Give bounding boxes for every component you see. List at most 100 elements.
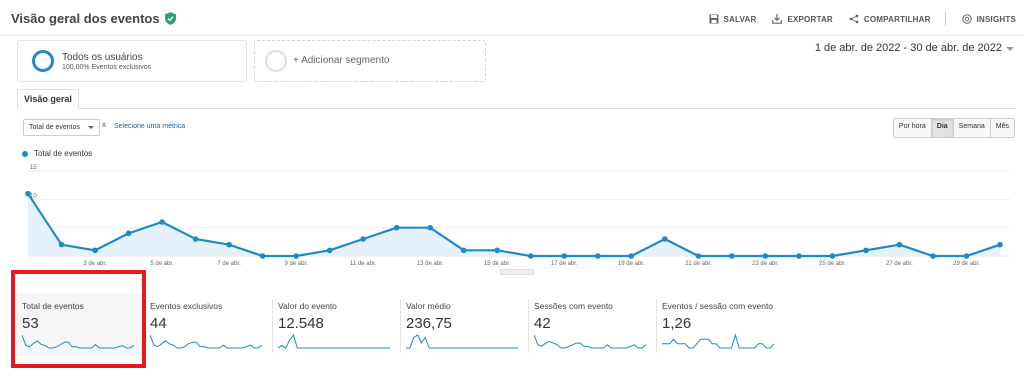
verified-shield-icon — [164, 12, 176, 25]
scorecard-label: Eventos exclusivos — [150, 301, 223, 311]
data-point[interactable] — [326, 247, 333, 254]
save-label: SALVAR — [723, 14, 757, 24]
data-point[interactable] — [695, 253, 702, 259]
scorecard-value: 42 — [534, 315, 551, 332]
report-actions: SALVAR EXPORTAR COMPARTILHAR INSIGHTS — [693, 12, 1016, 26]
data-point[interactable] — [259, 253, 266, 259]
sparkline — [278, 333, 390, 349]
sparkline — [406, 334, 518, 349]
insights-label: INSIGHTS — [976, 14, 1016, 24]
data-point[interactable] — [293, 253, 299, 259]
export-label: EXPORTAR — [787, 14, 833, 24]
scorecard[interactable]: Eventos exclusivos 44 — [144, 293, 272, 355]
sparkline — [150, 334, 262, 349]
scorecard[interactable]: Valor médio 236,75 — [400, 293, 528, 355]
data-point[interactable] — [729, 253, 735, 259]
segment-ring-icon — [32, 50, 54, 72]
x-tick-label: 27 de abr. — [886, 261, 913, 267]
date-range-label: 1 de abr. de 2022 - 30 de abr. de 2022 — [814, 42, 1002, 54]
insights-icon — [961, 14, 972, 24]
page-title-text: Visão geral dos eventos — [11, 11, 160, 26]
data-point[interactable] — [963, 253, 970, 259]
data-point[interactable] — [997, 241, 1003, 248]
x-tick-label: 3 de abr. — [83, 261, 107, 267]
actions-divider — [944, 12, 946, 26]
data-point[interactable] — [192, 236, 199, 242]
x-tick-label: 5 de abr. — [150, 261, 174, 267]
data-point[interactable] — [25, 190, 31, 197]
events-line-chart[interactable]: 510153 de abr.5 de abr.7 de abr.9 de abr… — [0, 160, 1024, 275]
data-point[interactable] — [226, 241, 232, 248]
legend-label: Total de eventos — [34, 149, 93, 158]
data-point[interactable] — [527, 253, 534, 259]
scorecard-label: Sessões com evento — [534, 301, 613, 311]
insights-button[interactable]: INSIGHTS — [961, 14, 1016, 24]
date-range-picker[interactable]: 1 de abr. de 2022 - 30 de abr. de 2022 — [815, 42, 1014, 54]
data-point[interactable] — [460, 247, 467, 254]
segment-all-users[interactable]: Todos os usuários 100,00% Eventos exclus… — [17, 40, 247, 82]
data-point[interactable] — [58, 241, 65, 248]
share-label: COMPARTILHAR — [863, 14, 931, 24]
granularity-hour-button[interactable]: Por hora — [893, 119, 931, 137]
x-tick-label: 15 de abr. — [484, 261, 511, 267]
data-point[interactable] — [930, 253, 936, 259]
chevron-down-icon — [1006, 47, 1014, 51]
granularity-week-button[interactable]: Semana — [952, 119, 990, 137]
data-point[interactable] — [863, 247, 869, 254]
data-point[interactable] — [125, 230, 132, 237]
metric-dropdown-value: Total de eventos — [29, 124, 80, 131]
data-point[interactable] — [762, 253, 769, 259]
report-header: Visão geral dos eventos SALVAR EXPORTAR … — [0, 0, 1024, 36]
sparkline-path — [150, 334, 262, 349]
scorecard-value: 44 — [150, 315, 167, 332]
sparkline-path — [662, 333, 774, 349]
tab-overview[interactable]: Visão geral — [17, 89, 79, 109]
select-metric-link[interactable]: Selecione uma métrica — [114, 123, 185, 130]
x-tick-label: 11 de abr. — [350, 261, 377, 267]
sparkline — [534, 334, 646, 349]
x-tick-label: 13 de abr. — [417, 261, 444, 267]
data-point[interactable] — [628, 253, 635, 259]
tab-bar: Visão geral — [17, 89, 1016, 109]
save-button[interactable]: SALVAR — [709, 14, 757, 24]
add-segment-button[interactable]: + Adicionar segmento — [254, 40, 486, 82]
data-point[interactable] — [360, 236, 366, 242]
data-point[interactable] — [829, 253, 836, 259]
share-button[interactable]: COMPARTILHAR — [849, 14, 931, 24]
data-point[interactable] — [896, 241, 903, 248]
scorecard-value: 1,26 — [662, 315, 692, 332]
sparkline-path — [406, 334, 518, 349]
vs-label: x — [102, 120, 106, 129]
page-title: Visão geral dos eventos — [11, 11, 176, 26]
sparkline-path — [278, 333, 390, 349]
data-point[interactable] — [796, 253, 802, 259]
export-button[interactable]: EXPORTAR — [772, 14, 833, 24]
metric-dropdown[interactable]: Total de eventos — [23, 119, 100, 136]
scorecard-label: Valor médio — [406, 301, 451, 311]
data-point[interactable] — [561, 253, 568, 259]
scorecard[interactable]: Sessões com evento 42 — [528, 293, 656, 355]
sparkline-path — [534, 334, 646, 349]
save-icon — [709, 14, 719, 24]
data-point[interactable] — [494, 247, 501, 254]
highlight-box — [11, 270, 146, 368]
data-point[interactable] — [594, 253, 601, 259]
y-tick-label: 15 — [30, 165, 37, 171]
x-tick-label: 7 de abr. — [217, 261, 241, 267]
scorecard[interactable]: Valor do evento 12.548 — [272, 293, 400, 355]
share-icon — [849, 14, 859, 24]
x-tick-label: 29 de abr. — [953, 261, 980, 267]
granularity-day-button[interactable]: Dia — [930, 119, 953, 137]
data-point[interactable] — [427, 224, 434, 231]
data-point[interactable] — [159, 219, 165, 225]
data-point[interactable] — [393, 224, 400, 231]
scorecard[interactable]: Eventos / sessão com evento 1,26 — [656, 293, 784, 355]
chart-range-handle[interactable] — [500, 269, 534, 275]
data-point[interactable] — [92, 247, 98, 254]
dropdown-arrow-icon — [88, 126, 94, 129]
granularity-month-button[interactable]: Mês — [989, 119, 1014, 137]
scorecard-label: Eventos / sessão com evento — [662, 301, 774, 311]
x-tick-label: 23 de abr. — [752, 261, 779, 267]
data-point[interactable] — [662, 236, 668, 242]
legend-dot-icon — [22, 150, 28, 157]
